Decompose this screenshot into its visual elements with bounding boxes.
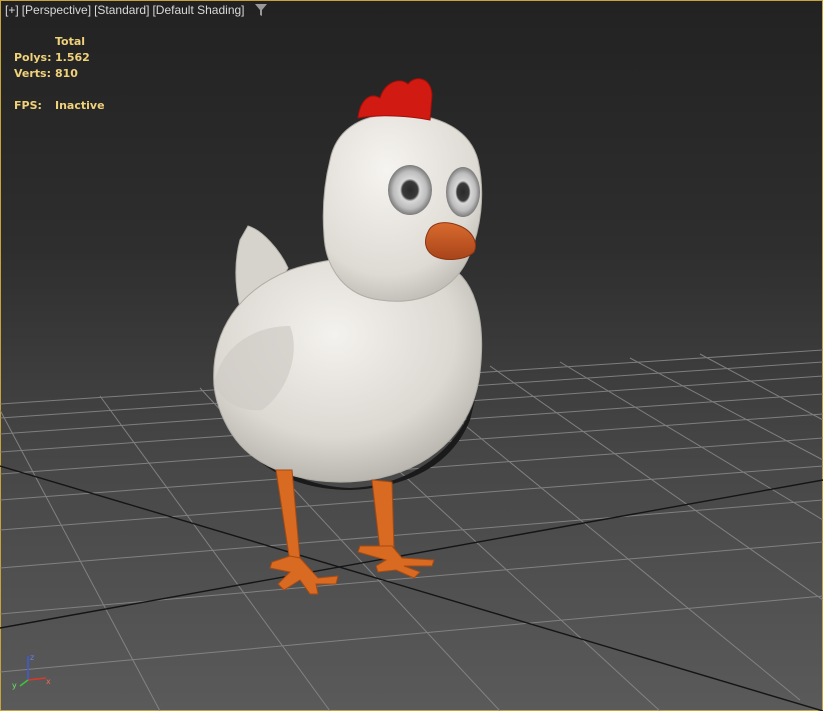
polys-value: 1.562 <box>55 51 90 64</box>
viewport-shading-menu[interactable]: [Default Shading] <box>152 3 244 17</box>
axis-x-label: x <box>46 677 51 686</box>
stats-header: Total <box>55 35 86 48</box>
3d-viewport[interactable]: [+] [Perspective] [Standard] [Default Sh… <box>0 0 823 711</box>
verts-label: Verts: <box>14 67 52 80</box>
axis-tripod-icon: z x y <box>12 653 51 690</box>
chicken-model[interactable] <box>213 78 483 595</box>
chicken-right-eye <box>446 167 480 217</box>
axis-z-label: z <box>30 653 34 662</box>
viewport-general-menu[interactable]: [+] <box>5 3 19 17</box>
viewport-standard-menu[interactable]: [Standard] <box>94 3 149 17</box>
viewport-point-of-view-menu[interactable]: [Perspective] <box>22 3 91 17</box>
verts-value: 810 <box>55 67 78 80</box>
axis-y-label: y <box>12 681 17 690</box>
polys-label: Polys: <box>14 51 52 64</box>
statistics-overlay: Total Polys: 1.562 Verts: 810 FPS: Inact… <box>14 34 105 114</box>
fps-value: Inactive <box>55 99 105 112</box>
scene-canvas[interactable] <box>0 0 823 711</box>
funnel-icon[interactable] <box>254 3 268 17</box>
fps-label: FPS: <box>14 99 42 112</box>
ground-grid-axes <box>0 465 823 711</box>
viewport-label-menu[interactable]: [+] [Perspective] [Standard] [Default Sh… <box>5 3 268 17</box>
chicken-left-eye <box>388 165 432 215</box>
